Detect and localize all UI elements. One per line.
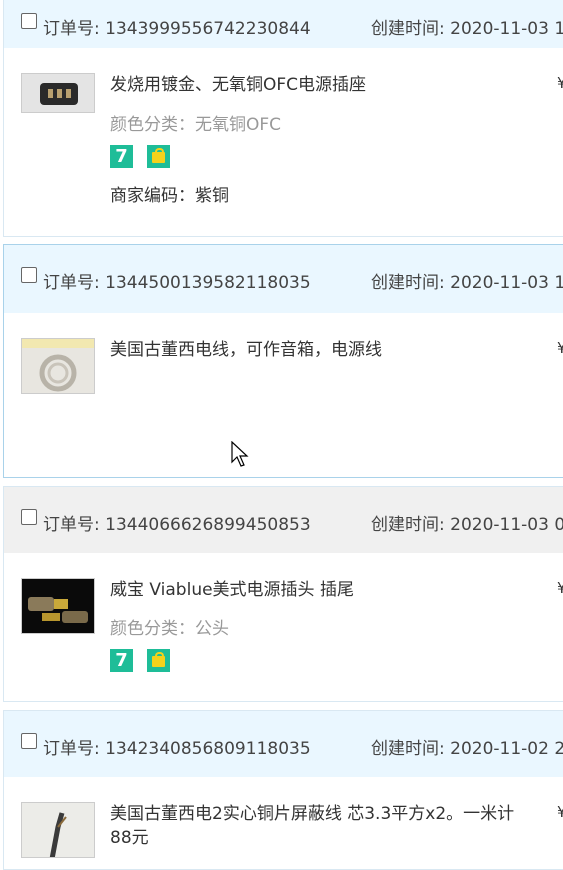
order-header: 订单号: 1343999556742230844 创建时间: 2020-11-0…	[4, 0, 563, 48]
power-socket-image	[22, 74, 94, 112]
created-time: 创建时间: 2020-11-03 1	[371, 273, 563, 293]
product-thumbnail[interactable]	[21, 338, 95, 394]
shopping-bag-icon	[147, 649, 170, 672]
order-card: 订单号: 1342340856809118035 创建时间: 2020-11-0…	[3, 710, 563, 870]
created-time: 创建时间: 2020-11-03 0	[371, 515, 563, 535]
order-card: 订单号: 1343999556742230844 创建时间: 2020-11-0…	[3, 0, 563, 237]
mouse-cursor-icon	[231, 441, 249, 467]
price: ¥	[557, 74, 563, 92]
product-thumbnail[interactable]	[21, 578, 95, 634]
product-title[interactable]: 美国古董西电2实心铜片屏蔽线 芯3.3平方x2。一米计88元	[110, 802, 530, 850]
created-time: 创建时间: 2020-11-03 1	[371, 19, 563, 39]
order-card: 订单号: 1344500139582118035 创建时间: 2020-11-0…	[3, 244, 563, 478]
order-number: 订单号: 1342340856809118035	[43, 739, 311, 759]
price: ¥	[557, 579, 563, 597]
price: ¥	[557, 803, 563, 821]
order-checkbox[interactable]	[21, 733, 37, 749]
order-header: 订单号: 1344066626899450853 创建时间: 2020-11-0…	[4, 487, 563, 553]
product-title[interactable]: 发烧用镀金、无氧铜OFC电源插座	[110, 73, 530, 97]
plug-image	[22, 579, 94, 633]
color-class: 颜色分类：无氧铜OFC	[110, 115, 282, 135]
created-time: 创建时间: 2020-11-02 2	[371, 739, 563, 759]
seven-day-return-icon: 7	[110, 649, 133, 672]
order-header: 订单号: 1344500139582118035 创建时间: 2020-11-0…	[4, 245, 563, 313]
seven-day-return-icon: 7	[110, 145, 133, 168]
product-title[interactable]: 美国古董西电线，可作音箱，电源线	[110, 338, 530, 362]
product-thumbnail[interactable]	[21, 802, 95, 858]
order-number: 订单号: 1344066626899450853	[43, 515, 311, 535]
order-number: 订单号: 1344500139582118035	[43, 273, 311, 293]
product-title[interactable]: 威宝 Viablue美式电源插头 插尾	[110, 578, 530, 602]
color-class: 颜色分类：公头	[110, 619, 229, 639]
order-checkbox[interactable]	[21, 267, 37, 283]
price: ¥	[557, 339, 563, 357]
cable-image	[22, 339, 94, 393]
order-card: 订单号: 1344066626899450853 创建时间: 2020-11-0…	[3, 486, 563, 702]
order-checkbox[interactable]	[21, 13, 37, 29]
wire-image	[22, 803, 94, 857]
shopping-bag-icon	[147, 145, 170, 168]
order-header: 订单号: 1342340856809118035 创建时间: 2020-11-0…	[4, 711, 563, 777]
order-checkbox[interactable]	[21, 509, 37, 525]
product-thumbnail[interactable]	[21, 73, 95, 113]
order-number: 订单号: 1343999556742230844	[43, 19, 311, 39]
merchant-code: 商家编码：紫铜	[110, 186, 229, 206]
